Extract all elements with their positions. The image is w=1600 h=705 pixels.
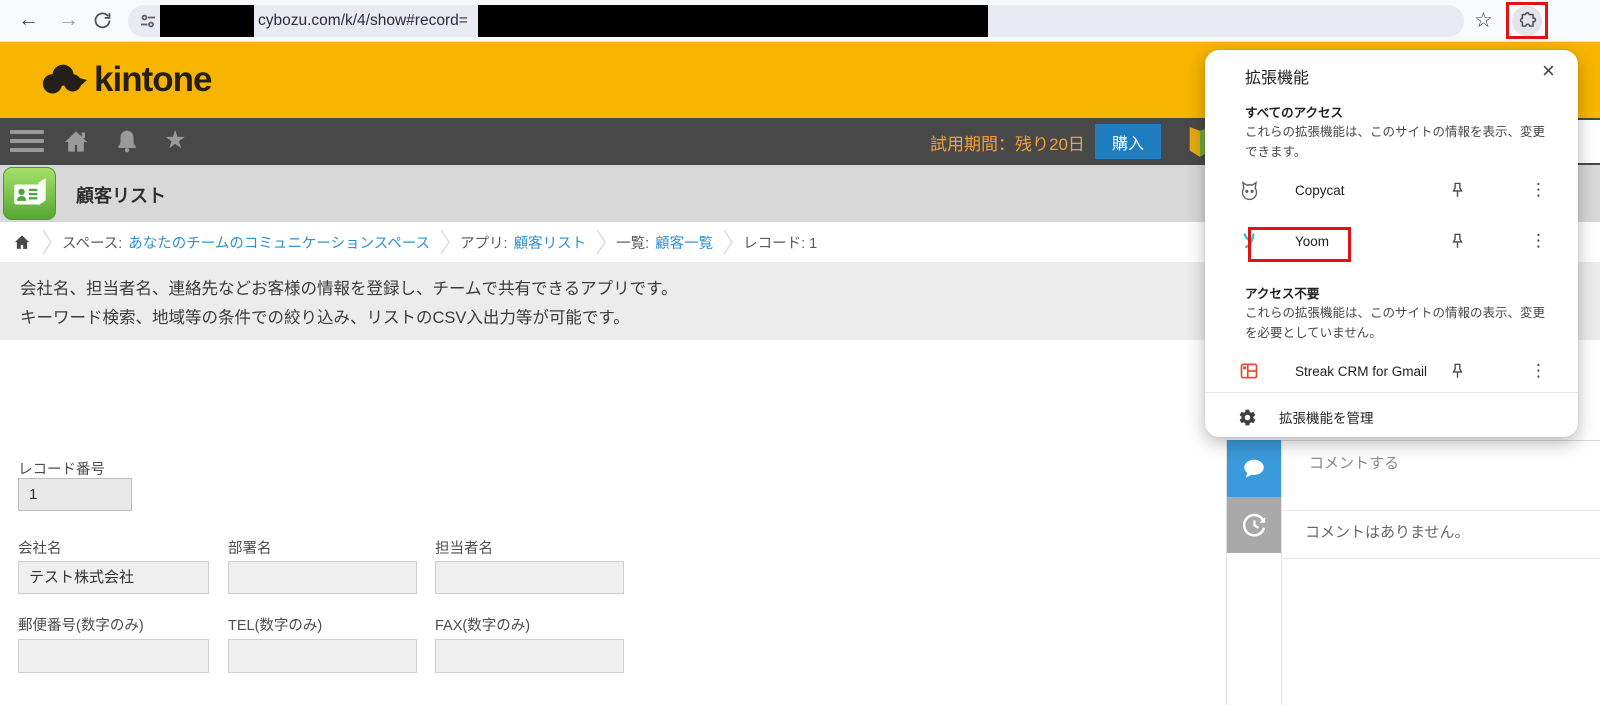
reload-icon[interactable]: [92, 10, 113, 36]
comment-panel: [1281, 441, 1600, 705]
kintone-cloud-icon: [42, 64, 88, 94]
hamburger-menu-icon[interactable]: [10, 130, 44, 157]
contact-card-icon: [13, 177, 46, 206]
streak-icon: [1238, 361, 1260, 381]
yoom-highlight-box: [1248, 227, 1351, 262]
record-number-label: レコード番号: [18, 462, 105, 478]
extension-row-streak[interactable]: Streak CRM for Gmail ⋮: [1238, 353, 1558, 389]
trial-period-text: 試用期間：残り20日: [930, 135, 1085, 154]
breadcrumb-separator: [440, 229, 450, 255]
person-label: 担当者名: [435, 541, 493, 557]
extensions-highlight-box: [1506, 2, 1548, 39]
speech-bubble-icon: [1244, 459, 1264, 478]
home-icon[interactable]: [62, 128, 90, 160]
comments-tab[interactable]: [1227, 440, 1281, 497]
fax-label: FAX(数字のみ): [435, 618, 531, 634]
kebab-menu-icon[interactable]: ⋮: [1530, 361, 1547, 381]
fax-field: [435, 639, 624, 673]
company-label: 会社名: [18, 541, 62, 557]
browser-toolbar: ← → cybozu.com/k/4/show#record= ☆: [0, 0, 1600, 42]
popup-divider: [1205, 392, 1578, 393]
kebab-menu-icon[interactable]: ⋮: [1530, 231, 1547, 251]
forward-icon[interactable]: →: [58, 9, 79, 30]
breadcrumb-space-link[interactable]: あなたのチームのコミュニケーションスペース: [128, 232, 430, 253]
tel-field: [228, 639, 417, 673]
url-bar[interactable]: cybozu.com/k/4/show#record=: [128, 5, 1464, 37]
zip-field: [18, 639, 209, 673]
extension-name: Copycat: [1295, 182, 1345, 198]
puzzle-icon: [1519, 12, 1536, 27]
breadcrumb-app-label: アプリ:: [460, 235, 508, 252]
extensions-popup: 拡張機能 × すべてのアクセス これらの拡張機能は、このサイトの情報を表示、変更…: [1205, 50, 1578, 437]
company-field: テスト株式会社: [18, 561, 209, 594]
comment-divider: [1281, 558, 1600, 559]
kebab-menu-icon[interactable]: ⋮: [1530, 180, 1547, 200]
app-title: 顧客リスト: [76, 186, 166, 206]
pin-icon[interactable]: [1448, 232, 1467, 251]
manage-extensions-button[interactable]: 拡張機能を管理: [1238, 401, 1558, 433]
url-redaction-box-2: [478, 5, 988, 37]
history-clock-icon: [1242, 513, 1265, 537]
history-tab[interactable]: [1227, 497, 1281, 553]
gear-icon: [1238, 408, 1257, 427]
department-field: [228, 561, 417, 594]
extensions-button[interactable]: [1512, 5, 1542, 36]
purchase-button[interactable]: 購入: [1095, 124, 1161, 159]
site-settings-icon[interactable]: [140, 13, 156, 34]
zip-label: 郵便番号(数字のみ): [18, 618, 144, 634]
full-access-heading: すべてのアクセス: [1245, 106, 1344, 120]
record-number-field: 1: [18, 478, 132, 511]
extension-name: Streak CRM for Gmail: [1295, 363, 1428, 379]
breadcrumb-app-link[interactable]: 顧客リスト: [514, 232, 587, 253]
breadcrumb-separator: [42, 229, 52, 255]
comment-divider: [1281, 510, 1600, 511]
screenshot-root: { "glyphs": { "back": "←", "forward": "→…: [0, 0, 1600, 705]
breadcrumb-record-label: レコード: 1: [743, 235, 818, 252]
back-icon[interactable]: ←: [18, 9, 39, 30]
comment-empty-message: コメントはありません。: [1305, 524, 1470, 541]
copycat-icon: [1238, 180, 1260, 201]
department-label: 部署名: [228, 541, 272, 557]
breadcrumb-list-label: 一覧:: [616, 235, 650, 252]
customer-list-app-icon[interactable]: [3, 167, 56, 220]
notification-bell-icon[interactable]: [114, 128, 140, 160]
breadcrumb-space-label: スペース:: [62, 235, 123, 252]
manage-extensions-label: 拡張機能を管理: [1279, 411, 1374, 426]
comment-input-placeholder[interactable]: コメントする: [1309, 452, 1399, 473]
kintone-logo-text: kintone: [94, 60, 212, 99]
extensions-popup-title: 拡張機能: [1245, 70, 1310, 87]
bookmark-star-icon[interactable]: ☆: [1474, 8, 1493, 33]
breadcrumb-list-link[interactable]: 顧客一覧: [655, 232, 713, 253]
favorites-star-icon[interactable]: ★: [164, 125, 186, 155]
kintone-logo[interactable]: kintone: [40, 60, 212, 100]
full-access-description: これらの拡張機能は、このサイトの情報を表示、変更できます。: [1245, 125, 1546, 159]
no-access-heading: アクセス不要: [1245, 287, 1320, 301]
tel-label: TEL(数字のみ): [228, 618, 323, 634]
pin-icon[interactable]: [1448, 362, 1467, 381]
breadcrumb-separator: [596, 229, 606, 255]
header-search-box-sliver[interactable]: [1578, 120, 1600, 163]
person-field: [435, 561, 624, 594]
extension-row-copycat[interactable]: Copycat ⋮: [1238, 172, 1558, 208]
no-access-description: これらの拡張機能は、このサイトの情報の表示、変更を必要としていません。: [1245, 306, 1546, 340]
url-text: cybozu.com/k/4/show#record=: [258, 12, 468, 29]
breadcrumb-home-icon[interactable]: [12, 233, 32, 252]
breadcrumb-separator: [723, 229, 734, 255]
url-redaction-box-1: [160, 5, 254, 37]
close-icon[interactable]: ×: [1542, 58, 1555, 84]
pin-icon[interactable]: [1448, 181, 1467, 200]
